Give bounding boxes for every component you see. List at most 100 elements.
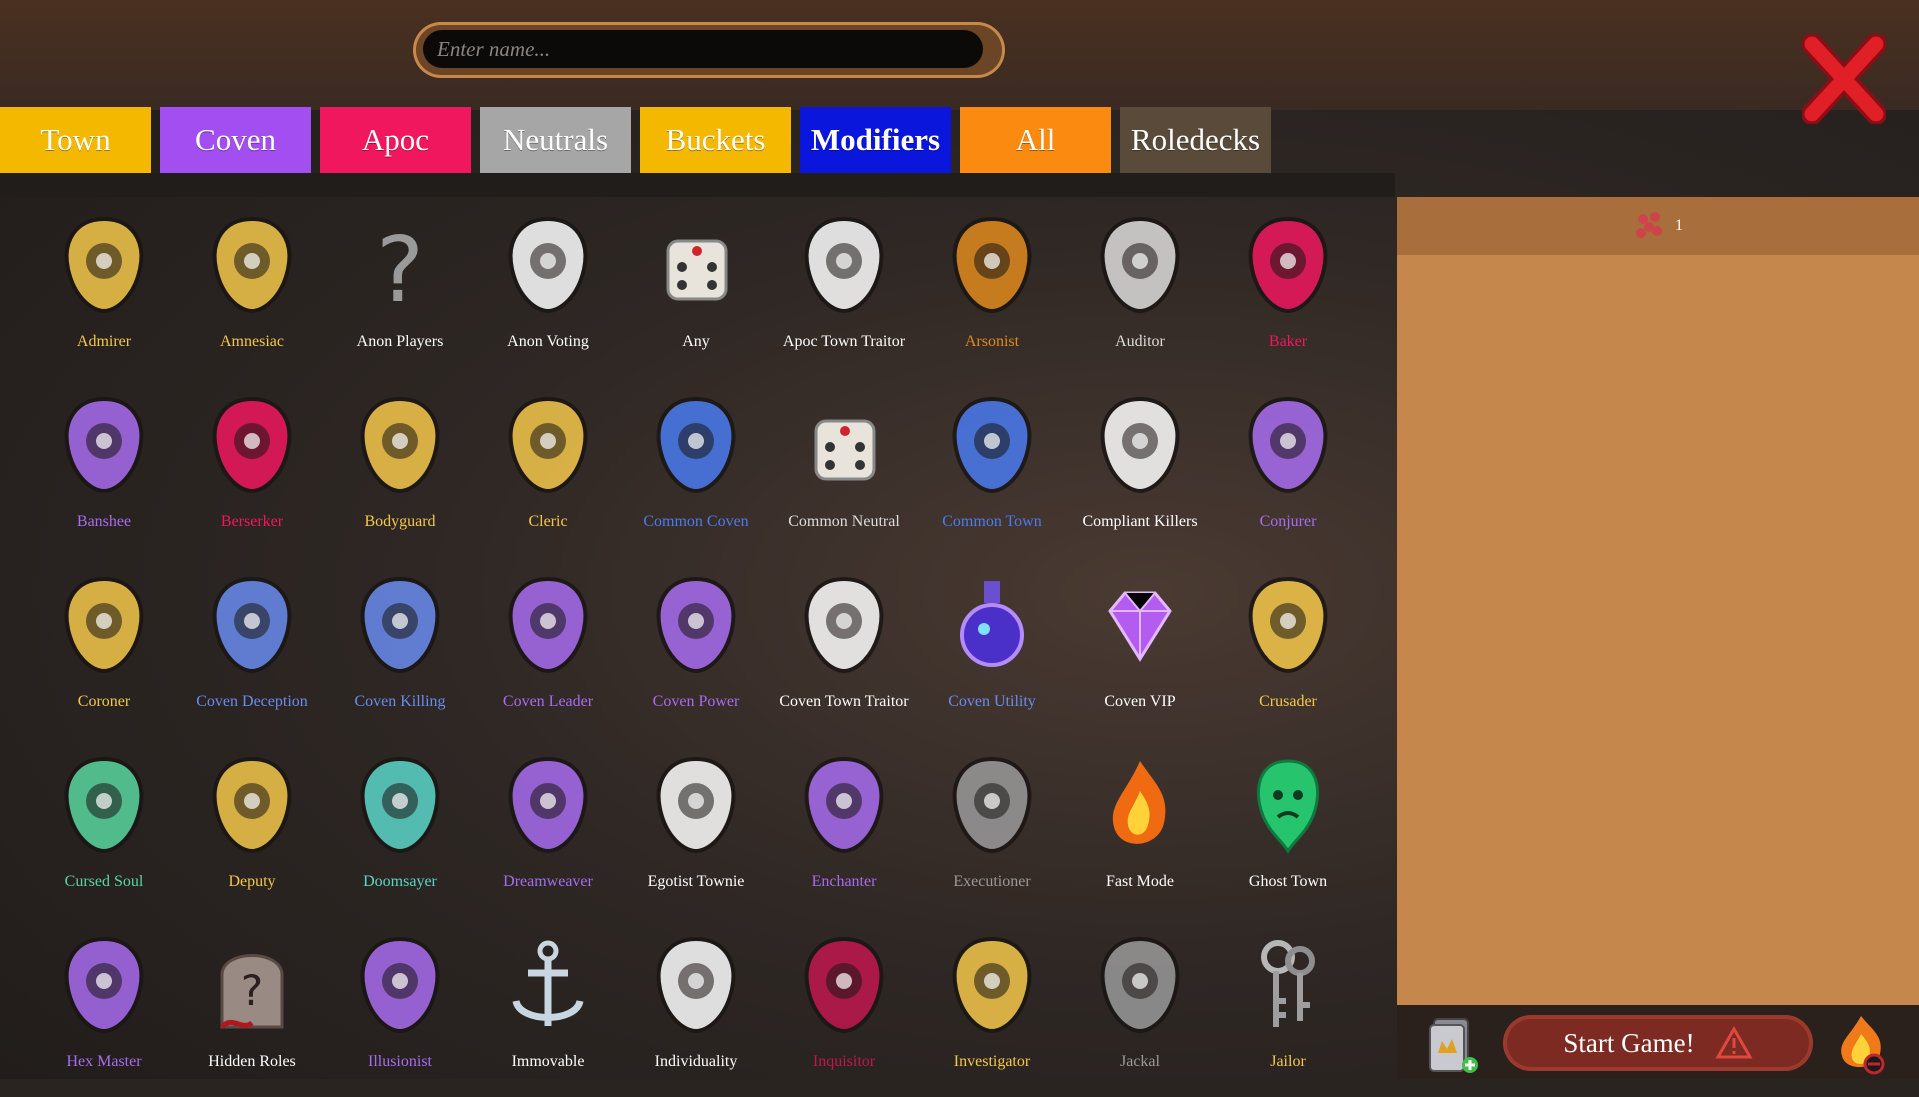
role-card-cleric[interactable]: Cleric — [474, 377, 622, 557]
tab-coven[interactable]: Coven — [160, 107, 311, 173]
role-label: Arsonist — [964, 333, 1020, 350]
role-label: Auditor — [1115, 333, 1165, 350]
tab-town[interactable]: Town — [0, 107, 151, 173]
role-card-hex-master[interactable]: Hex Master — [30, 917, 178, 1097]
role-card-auditor[interactable]: Auditor — [1066, 197, 1214, 377]
role-card-coven-killing[interactable]: Coven Killing — [326, 557, 474, 737]
puppet-icon — [656, 756, 736, 854]
role-card-immovable[interactable]: Immovable — [474, 917, 622, 1097]
warning-icon — [1715, 1026, 1753, 1059]
tab-modifiers[interactable]: Modifiers — [800, 107, 951, 173]
start-game-label: Start Game! — [1563, 1027, 1695, 1058]
role-card-coven-vip[interactable]: Coven VIP — [1066, 557, 1214, 737]
role-select-button[interactable] — [1828, 1012, 1894, 1076]
role-card-jailor[interactable]: Jailor — [1214, 917, 1362, 1097]
role-card-arsonist[interactable]: Arsonist — [918, 197, 1066, 377]
role-label: Coven Deception — [196, 693, 308, 710]
tab-apoc[interactable]: Apoc — [320, 107, 471, 173]
tombstone-icon: ? — [220, 954, 284, 1029]
role-card-dreamweaver[interactable]: Dreamweaver — [474, 737, 622, 917]
role-card-common-town[interactable]: Common Town — [918, 377, 1066, 557]
role-card-coven-utility[interactable]: Coven Utility — [918, 557, 1066, 737]
axe-icon — [952, 756, 1032, 854]
role-card-deputy[interactable]: Deputy — [178, 737, 326, 917]
role-label: Anon Players — [356, 333, 444, 350]
role-card-jackal[interactable]: Jackal — [1066, 917, 1214, 1097]
role-label: Individuality — [654, 1053, 738, 1070]
caduceus-icon — [508, 396, 588, 494]
dice-icon — [666, 239, 728, 301]
role-card-apoc-town-traitor[interactable]: Apoc Town Traitor — [770, 197, 918, 377]
wand-icon — [656, 576, 736, 674]
role-card-investigator[interactable]: Investigator — [918, 917, 1066, 1097]
cursed-soul-icon — [64, 756, 144, 854]
role-card-illusionist[interactable]: Illusionist — [326, 917, 474, 1097]
role-card-anon-players[interactable]: ? Anon Players — [326, 197, 474, 377]
tab-divider — [0, 173, 1395, 197]
role-label: Deputy — [228, 873, 276, 890]
role-card-coven-power[interactable]: Coven Power — [622, 557, 770, 737]
shield-axe-icon — [360, 396, 440, 494]
tab-label: All — [1015, 122, 1056, 157]
role-card-fast-mode[interactable]: Fast Mode — [1066, 737, 1214, 917]
role-card-individuality[interactable]: Individuality — [622, 917, 770, 1097]
role-card-any[interactable]: Any — [622, 197, 770, 377]
role-card-doomsayer[interactable]: Doomsayer — [326, 737, 474, 917]
orrery-icon — [360, 756, 440, 854]
role-card-coven-deception[interactable]: Coven Deception — [178, 557, 326, 737]
role-card-compliant-killers[interactable]: Compliant Killers — [1066, 377, 1214, 557]
start-game-button[interactable]: Start Game! — [1503, 1015, 1813, 1071]
role-card-egotist-townie[interactable]: Egotist Townie — [622, 737, 770, 917]
tab-buckets[interactable]: Buckets — [640, 107, 791, 173]
role-label: Admirer — [76, 333, 132, 350]
role-card-coroner[interactable]: Coroner — [30, 557, 178, 737]
role-label: Jailor — [1270, 1053, 1306, 1070]
role-label: Doomsayer — [363, 873, 437, 890]
role-label: Inquisitor — [812, 1053, 876, 1070]
add-deck-button[interactable] — [1428, 1015, 1480, 1075]
role-card-cursed-soul[interactable]: Cursed Soul — [30, 737, 178, 917]
search-input[interactable] — [423, 30, 983, 68]
role-card-crusader[interactable]: Crusader — [1214, 557, 1362, 737]
role-label: Banshee — [76, 513, 132, 530]
role-card-coven-leader[interactable]: Coven Leader — [474, 557, 622, 737]
role-card-banshee[interactable]: Banshee — [30, 377, 178, 557]
role-card-common-coven[interactable]: Common Coven — [622, 377, 770, 557]
role-card-inquisitor[interactable]: Inquisitor — [770, 917, 918, 1097]
role-label: Common Town — [942, 513, 1042, 530]
dreamcatcher-icon — [508, 756, 588, 854]
role-card-common-neutral[interactable]: Common Neutral — [770, 377, 918, 557]
fire-icon — [1112, 761, 1166, 844]
role-card-conjurer[interactable]: Conjurer — [1214, 377, 1362, 557]
role-card-bodyguard[interactable]: Bodyguard — [326, 377, 474, 557]
role-card-amnesiac[interactable]: Amnesiac — [178, 197, 326, 377]
selected-roles-panel: 1 — [1397, 197, 1919, 1079]
role-card-executioner[interactable]: Executioner — [918, 737, 1066, 917]
fire-role-icon — [1841, 1016, 1885, 1075]
crossed-axes-icon — [1100, 396, 1180, 494]
tab-neutrals[interactable]: Neutrals — [480, 107, 631, 173]
tab-all[interactable]: All — [960, 107, 1111, 173]
role-card-berserker[interactable]: Berserker — [178, 377, 326, 557]
role-label: Investigator — [953, 1053, 1031, 1070]
close-icon — [1801, 33, 1887, 125]
role-label: Common Coven — [643, 513, 749, 530]
role-label: Immovable — [511, 1053, 585, 1070]
role-label: Coven Town Traitor — [779, 693, 909, 710]
ghost-icon — [212, 216, 292, 314]
role-card-hidden-roles[interactable]: ? Hidden Roles — [178, 917, 326, 1097]
role-card-baker[interactable]: Baker — [1214, 197, 1362, 377]
role-card-admirer[interactable]: Admirer — [30, 197, 178, 377]
paper-crane-icon — [804, 756, 884, 854]
role-card-ghost-town[interactable]: Ghost Town — [1214, 737, 1362, 917]
briefcase-icon — [1100, 216, 1180, 314]
inquisitor-icon — [804, 936, 884, 1034]
role-card-coven-town-traitor[interactable]: Coven Town Traitor — [770, 557, 918, 737]
gem-icon — [1108, 591, 1172, 662]
role-card-enchanter[interactable]: Enchanter — [770, 737, 918, 917]
close-button[interactable] — [1801, 33, 1887, 125]
tab-label: Buckets — [665, 122, 766, 157]
tab-roledecks[interactable]: Roledecks — [1120, 107, 1271, 173]
role-card-anon-voting[interactable]: Anon Voting — [474, 197, 622, 377]
tab-label: Town — [40, 122, 111, 157]
